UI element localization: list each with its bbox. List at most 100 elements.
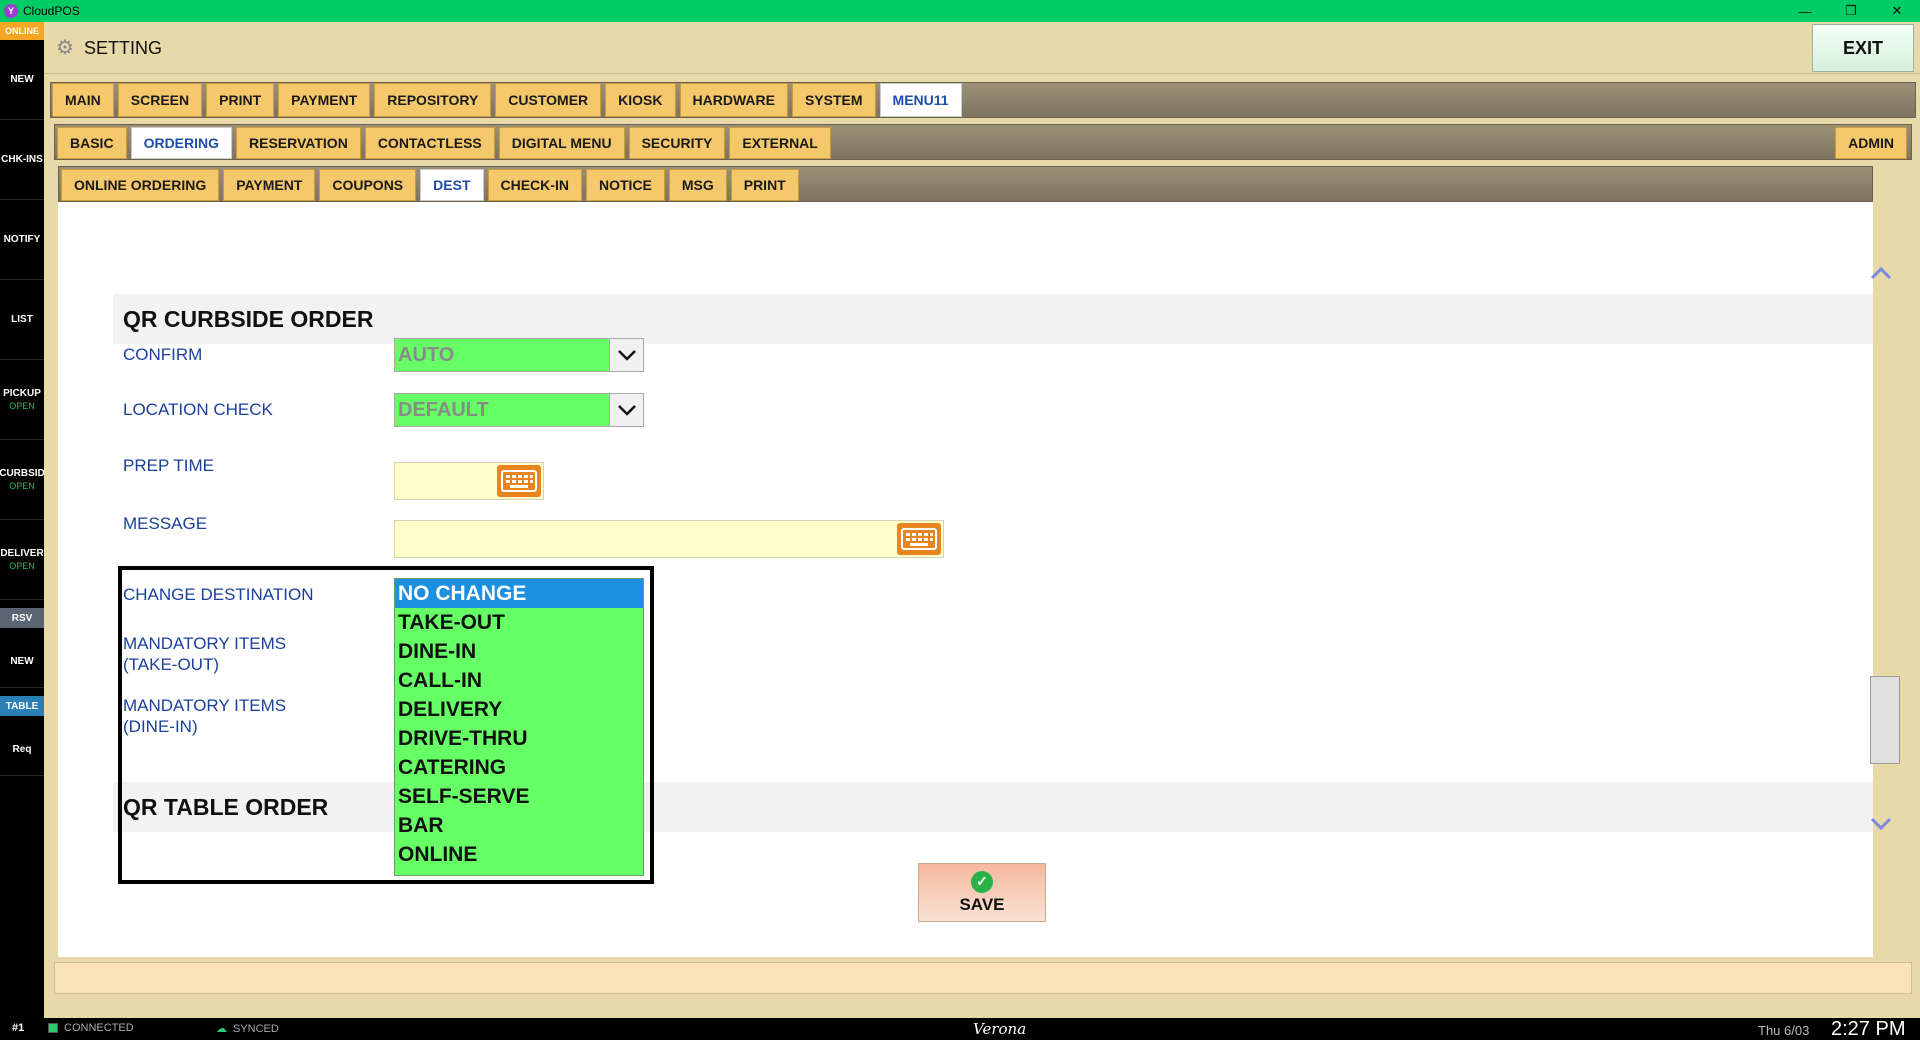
tab-main[interactable]: MAIN [52,83,114,117]
destination-option[interactable]: TAKE-OUT [395,608,643,637]
scroll-up-icon[interactable] [1866,258,1896,288]
sidebar-item-label: NEW [10,74,34,85]
location-check-value: DEFAULT [398,399,489,421]
online-badge: ONLINE [0,22,44,40]
connection-status: CONNECTED [48,1022,134,1034]
chevron-down-icon [609,394,643,426]
keyboard-icon[interactable] [497,465,541,497]
network-icon [48,1023,58,1033]
destination-option[interactable]: DINE-IN [395,637,643,666]
sub-tabs: BASIC ORDERING RESERVATION CONTACTLESS DIGIT… [54,124,1912,160]
left-sidebar: ONLINE NEW CHK-INS NOTIFY LIST PICKUP OPEN CUR… [0,22,44,1018]
status-date: Thu 6/03 [1758,1023,1810,1038]
exit-button[interactable]: EXIT [1812,24,1914,72]
sidebar-item-status: OPEN [9,401,35,411]
close-button[interactable]: ✕ [1874,0,1920,22]
tab-customer[interactable]: CUSTOMER [495,83,602,117]
sidebar-item-label: NOTIFY [3,234,41,245]
tab-kiosk[interactable]: KIOSK [605,83,676,117]
sidebar-item-list[interactable]: LIST [0,280,44,360]
destination-option[interactable]: DRIVE-THRU [395,724,643,753]
label-line: (DINE-IN) [123,717,198,736]
sidebar-item-pickup[interactable]: PICKUP OPEN [0,360,44,440]
third-tabs: ONLINE ORDERING PAYMENT COUPONS DEST CHECK-I… [58,166,1873,202]
check-icon: ✓ [971,870,993,893]
tab-payment[interactable]: PAYMENT [278,83,371,117]
sidebar-item-label: NEW [10,656,34,667]
label-line: MANDATORY ITEMS [123,634,287,653]
subtab-external[interactable]: EXTERNAL [729,127,831,159]
thirdtab-dest[interactable]: DEST [420,169,484,201]
destination-option[interactable]: CATERING [395,753,643,782]
admin-tab[interactable]: ADMIN [1835,127,1907,159]
subtab-contactless[interactable]: CONTACTLESS [364,127,495,159]
table-badge[interactable]: TABLE [0,696,44,716]
label-line: (TAKE-OUT) [123,655,220,674]
thirdtab-check-in[interactable]: CHECK-IN [487,169,582,201]
rsv-badge[interactable]: RSV [0,608,44,628]
status-bar: #1 CONNECTED ☁ SYNCED Verona Thu 6/03 2:2… [0,1018,1920,1040]
restore-button[interactable]: ❐ [1828,0,1874,22]
change-destination-listbox[interactable]: NO CHANGE TAKE-OUT DINE-IN CALL-IN DELIVERY D… [394,578,644,876]
thirdtab-print[interactable]: PRINT [730,169,799,201]
thirdtab-notice[interactable]: NOTICE [585,169,665,201]
tab-screen[interactable]: SCREEN [117,83,203,117]
sidebar-item-req[interactable]: Req [0,724,44,776]
sidebar-item-notify[interactable]: NOTIFY [0,200,44,280]
tab-menu11[interactable]: MENU11 [879,83,962,117]
tab-hardware[interactable]: HARDWARE [679,83,788,117]
subtab-basic[interactable]: BASIC [57,127,127,159]
confirm-dropdown[interactable]: AUTO [394,338,644,372]
tab-print[interactable]: PRINT [206,83,275,117]
sidebar-item-new[interactable]: NEW [0,40,44,120]
page-title: SETTING [84,38,163,58]
message-input[interactable] [394,520,944,558]
sidebar-item-status: OPEN [9,481,35,491]
sidebar-item-curbsid[interactable]: CURBSID OPEN [0,440,44,520]
sidebar-item-deliver[interactable]: DELIVER OPEN [0,520,44,600]
label-line: MANDATORY ITEMS [123,696,287,715]
destination-option[interactable]: NO CHANGE [395,579,643,608]
prep-time-input[interactable] [394,462,544,500]
sidebar-item-label: CHK-INS [1,154,43,165]
thirdtab-payment[interactable]: PAYMENT [223,169,316,201]
confirm-value: AUTO [398,344,455,366]
sidebar-item-label: PICKUP [3,388,41,399]
status-time: 2:27 PM [1831,1018,1906,1040]
destination-option[interactable]: BAR [395,811,643,840]
keyboard-icon[interactable] [897,523,941,555]
scroll-down-icon[interactable] [1866,809,1896,839]
sidebar-item-label: Req [12,744,32,755]
minimize-button[interactable]: — [1782,0,1828,22]
app-title: CloudPOS [23,4,80,18]
sidebar-item-new-reservation[interactable]: NEW [0,636,44,688]
thirdtab-online-ordering[interactable]: ONLINE ORDERING [61,169,220,201]
destination-option[interactable]: SELF-SERVE [395,782,643,811]
destination-option[interactable]: CALL-IN [395,666,643,695]
chevron-down-icon [609,339,643,371]
subtab-reservation[interactable]: RESERVATION [236,127,361,159]
sync-status: ☁ SYNCED [216,1022,279,1036]
destination-option[interactable]: DELIVERY [395,695,643,724]
station-number: #1 [12,1022,25,1034]
destination-option[interactable]: ONLINE [395,840,643,869]
mandatory-items-dinein-label: MANDATORY ITEMS (DINE-IN) [123,695,286,737]
tab-system[interactable]: SYSTEM [791,83,876,117]
app-logo-icon: Y [4,4,18,18]
subtab-ordering[interactable]: ORDERING [130,127,233,159]
thirdtab-coupons[interactable]: COUPONS [319,169,417,201]
location-check-dropdown[interactable]: DEFAULT [394,393,644,427]
save-label: SAVE [959,894,1005,914]
sidebar-item-label: CURBSID [0,468,44,479]
tab-repository[interactable]: REPOSITORY [374,83,492,117]
subtab-security[interactable]: SECURITY [628,127,726,159]
connection-label: CONNECTED [64,1022,134,1034]
sidebar-item-chk-ins[interactable]: CHK-INS [0,120,44,200]
scrollbar-thumb[interactable] [1870,676,1900,764]
cloud-icon: ☁ [216,1023,227,1035]
sidebar-item-label: DELIVER [0,548,44,559]
thirdtab-msg[interactable]: MSG [668,169,727,201]
prep-time-label: PREP TIME [123,456,215,475]
save-button[interactable]: ✓ SAVE [918,863,1046,922]
subtab-digital-menu[interactable]: DIGITAL MENU [498,127,625,159]
